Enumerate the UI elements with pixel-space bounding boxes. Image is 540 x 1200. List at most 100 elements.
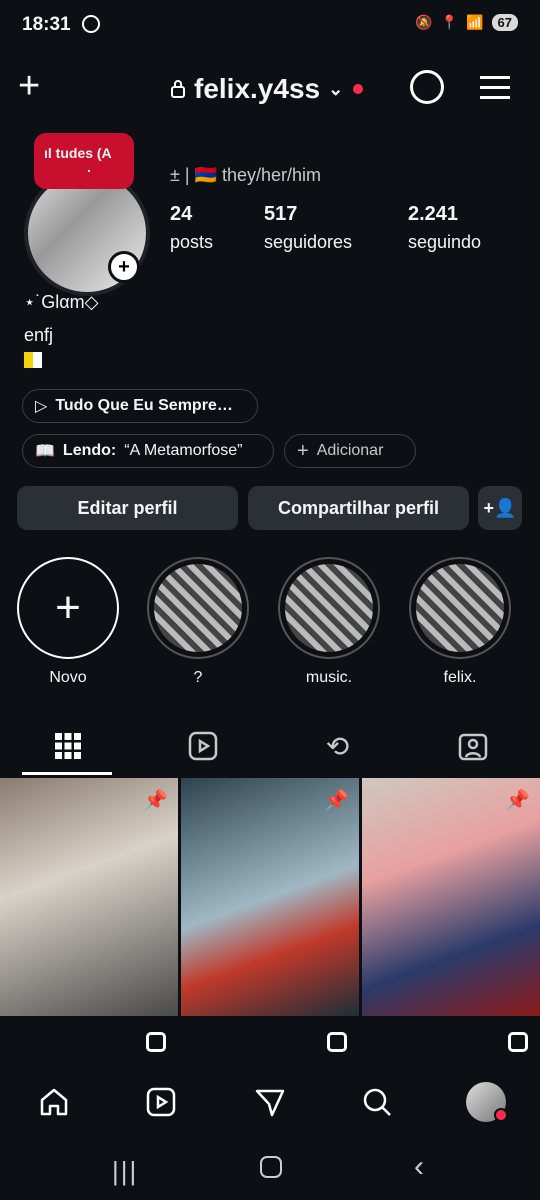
tab-tagged[interactable] xyxy=(405,718,540,774)
avatar xyxy=(466,1082,508,1122)
grid-icon xyxy=(54,733,81,759)
stat-following-label: seguindo xyxy=(408,232,482,252)
lock-icon xyxy=(171,80,185,98)
highlight-music[interactable]: music. xyxy=(277,557,381,687)
bio-text: enfj xyxy=(24,325,54,345)
wifi-icon: 📶 xyxy=(466,14,484,30)
stat-followers[interactable]: 517 seguidores xyxy=(264,203,352,253)
bottom-nav xyxy=(0,1072,540,1132)
tab-reels[interactable] xyxy=(135,718,270,774)
edit-profile-button[interactable]: Editar perfil xyxy=(17,486,238,530)
system-nav: ||| ‹ xyxy=(0,1140,540,1200)
reels-icon xyxy=(188,731,217,761)
notification-dot xyxy=(494,1108,508,1122)
stat-followers-value: 517 xyxy=(264,203,298,225)
menu-icon[interactable] xyxy=(480,72,510,106)
note-text-2: . xyxy=(87,159,91,175)
threads-status-icon xyxy=(82,15,100,33)
highlight-image xyxy=(285,564,373,652)
highlight-circle xyxy=(278,557,380,659)
display-name: ⋆˙Glαm◇ xyxy=(24,292,99,312)
reading-value: “A Metamorfose” xyxy=(124,442,243,459)
highlight-question[interactable]: ? xyxy=(146,557,250,687)
username-switcher[interactable]: felix.y4ss ⌄ xyxy=(170,73,364,105)
highlight-label: felix. xyxy=(443,669,477,686)
status-bar: 18:31 🔕 📍 📶 67 xyxy=(0,0,540,50)
battery-indicator: 67 xyxy=(491,14,518,31)
location-icon: 📍 xyxy=(440,14,459,30)
repost-icon[interactable]: ⟲ xyxy=(270,718,405,774)
pin-icon: 📌 xyxy=(505,790,530,812)
play-icon: ▷ xyxy=(35,398,48,415)
note-text: tudes (A xyxy=(55,145,112,161)
stat-posts-value: 24 xyxy=(170,203,193,225)
home-icon[interactable] xyxy=(24,1072,84,1132)
stat-posts[interactable]: 24 posts xyxy=(170,203,213,253)
home-glyph xyxy=(40,1088,68,1116)
profile-tabs: ⟲ xyxy=(0,718,540,776)
reels-nav-icon[interactable] xyxy=(131,1072,191,1132)
add-person-icon[interactable]: +👤 xyxy=(478,486,522,530)
highlight-label: Novo xyxy=(49,669,87,686)
note-bubble[interactable]: ıl tudes (A . xyxy=(34,133,134,189)
send-glyph xyxy=(255,1089,285,1117)
highlight-image xyxy=(416,564,504,652)
stat-followers-label: seguidores xyxy=(264,232,353,252)
highlight-image xyxy=(154,564,242,652)
music-pill[interactable]: ▷ Tudo Que Eu Sempre… xyxy=(22,389,258,423)
highlight-felix[interactable]: felix. xyxy=(408,557,512,687)
reading-label: Lendo: xyxy=(62,442,117,459)
stat-posts-label: posts xyxy=(170,232,214,252)
tab-grid[interactable] xyxy=(0,718,135,774)
multi-post-icon xyxy=(508,1032,528,1052)
music-pill-label: Tudo Que Eu Sempre… xyxy=(55,397,233,414)
add-pill[interactable]: + Adicionar xyxy=(284,434,416,468)
home-system-icon[interactable] xyxy=(260,1156,282,1178)
post-grid: 📌 📌 📌 xyxy=(0,778,540,1018)
status-icons: 🔕 📍 📶 67 xyxy=(415,14,518,31)
post-thumbnail[interactable]: 📌 xyxy=(181,778,359,1016)
reels-glyph xyxy=(146,1087,176,1117)
mute-icon: 🔕 xyxy=(415,14,433,30)
post-thumbnail[interactable]: 📌 xyxy=(362,778,540,1016)
threads-icon[interactable] xyxy=(410,70,444,104)
highlight-circle xyxy=(409,557,511,659)
send-icon[interactable] xyxy=(240,1072,300,1132)
pronouns: ± | 🇦🇲 they/her/him xyxy=(170,165,322,185)
profile-header: + felix.y4ss ⌄ xyxy=(0,60,540,116)
active-tab-indicator xyxy=(22,772,112,775)
reading-pill[interactable]: 📖 Lendo: “A Metamorfose” xyxy=(22,434,274,468)
flag-icon xyxy=(24,352,42,368)
pin-icon: 📌 xyxy=(324,790,349,812)
multi-post-icon xyxy=(146,1032,166,1052)
highlight-label: ? xyxy=(193,669,203,686)
back-icon[interactable]: ‹ xyxy=(414,1150,424,1184)
search-icon[interactable] xyxy=(347,1072,407,1132)
search-glyph xyxy=(363,1088,391,1116)
profile-nav-avatar[interactable] xyxy=(456,1072,516,1132)
plus-icon: + xyxy=(297,439,309,462)
audio-icon: ıl xyxy=(44,145,52,161)
recents-icon[interactable]: ||| xyxy=(112,1156,138,1187)
share-profile-button[interactable]: Compartilhar perfil xyxy=(248,486,469,530)
status-time: 18:31 xyxy=(22,14,71,35)
stat-following[interactable]: 2.241 seguindo xyxy=(408,203,481,253)
create-plus-icon[interactable]: + xyxy=(18,67,40,105)
add-story-icon[interactable]: + xyxy=(108,251,140,283)
profile-avatar[interactable]: + xyxy=(22,170,150,296)
add-pill-label: Adicionar xyxy=(316,442,384,459)
stat-following-value: 2.241 xyxy=(408,203,459,225)
book-icon: 📖 xyxy=(35,443,55,460)
highlight-circle xyxy=(147,557,249,659)
pin-icon: 📌 xyxy=(143,790,168,812)
post-thumbnail[interactable]: 📌 xyxy=(0,778,178,1016)
multi-post-icon xyxy=(327,1032,347,1052)
chevron-down-icon: ⌄ xyxy=(328,78,344,99)
username: felix.y4ss xyxy=(194,73,321,104)
new-highlight-circle: + xyxy=(17,557,119,659)
plus-icon: + xyxy=(55,583,81,632)
notification-dot xyxy=(353,84,364,94)
highlight-new[interactable]: + Novo xyxy=(16,557,120,687)
tagged-icon xyxy=(458,733,487,761)
highlight-label: music. xyxy=(305,669,353,686)
